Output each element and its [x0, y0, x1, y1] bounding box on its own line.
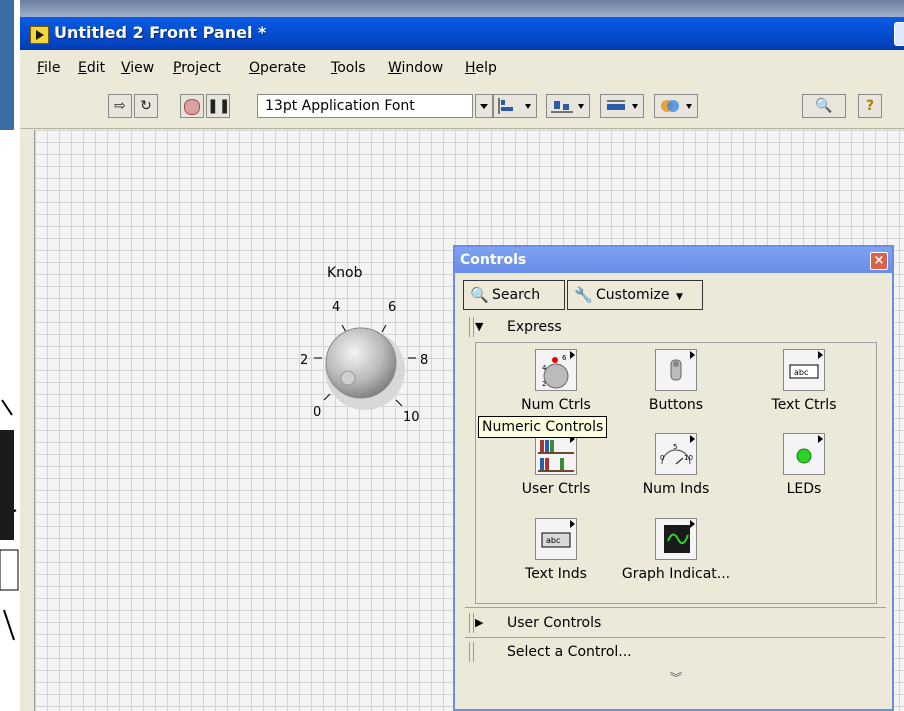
palette-item-label: Buttons — [648, 397, 704, 413]
customize-button[interactable]: 🔧 Customize ▼ — [567, 280, 703, 310]
knob-label: Knob — [327, 265, 363, 281]
controls-title-bar[interactable]: Controls × — [455, 247, 892, 273]
expand-more-icon[interactable]: ︾ — [670, 669, 682, 686]
menu-help[interactable]: Help — [465, 60, 497, 76]
triangle-right-icon: ▶ — [475, 616, 484, 629]
palette-item-leds[interactable]: LEDs — [744, 433, 864, 497]
distribute-objects-icon[interactable] — [546, 94, 590, 118]
context-help-search-icon[interactable]: 🔍 — [802, 94, 846, 118]
palette-item-label: Num Inds — [642, 481, 710, 497]
align-objects-icon[interactable] — [493, 94, 537, 118]
palette-item-label: User Ctrls — [521, 481, 591, 497]
abort-icon[interactable] — [180, 94, 204, 118]
run-arrow-icon[interactable]: ⇨ — [108, 94, 132, 118]
menu-window[interactable]: Window — [388, 60, 443, 76]
toolbar: ⇨ ↻ ❚❚ 13pt Application Font 🔍 ? — [20, 90, 904, 129]
text-controls-icon: abc — [783, 349, 825, 391]
palette-item-label: Text Inds — [525, 566, 587, 582]
font-selector[interactable]: 13pt Application Font — [257, 94, 473, 118]
font-dropdown-arrow[interactable] — [475, 94, 493, 118]
svg-text:abc: abc — [546, 536, 560, 545]
controls-palette: Controls × 🔍 Search 🔧 Customize ▼ ▼ Expr… — [453, 245, 894, 711]
help-icon[interactable]: ? — [858, 94, 882, 118]
select-a-control[interactable]: Select a Control... — [465, 640, 886, 664]
palette-item-buttons[interactable]: Buttons — [616, 349, 736, 413]
tooltip: Numeric Controls — [478, 416, 608, 438]
window-title: Untitled 2 Front Panel * — [54, 23, 267, 42]
graph-indicators-icon — [655, 518, 697, 560]
svg-text:2: 2 — [542, 380, 546, 388]
menu-operate[interactable]: Operate — [249, 60, 306, 76]
section-express-label: Express — [507, 319, 562, 335]
palette-item-label: Text Ctrls — [771, 397, 837, 413]
title-bar[interactable]: Untitled 2 Front Panel * — [20, 17, 904, 50]
section-user-controls[interactable]: ▶ User Controls — [465, 611, 886, 635]
svg-text:6: 6 — [562, 354, 567, 362]
express-palette: 4 2 6 Num Ctrls Buttons abc Text Ctrls Use… — [475, 342, 877, 604]
search-icon: 🔍 — [470, 286, 489, 304]
divider — [465, 637, 886, 638]
palette-item-user-ctrls[interactable]: User Ctrls — [496, 433, 616, 497]
divider — [465, 607, 886, 608]
search-label: Search — [492, 287, 541, 303]
labview-app-icon — [30, 26, 49, 44]
numeric-indicators-icon: 0 5 10 — [655, 433, 697, 475]
svg-text:0: 0 — [660, 454, 664, 462]
run-continuously-icon[interactable]: ↻ — [134, 94, 158, 118]
window-button[interactable] — [894, 22, 904, 46]
menu-file[interactable]: File — [37, 60, 60, 76]
menu-view[interactable]: View — [121, 60, 154, 76]
palette-item-text-inds[interactable]: abc Text Inds — [496, 518, 616, 582]
svg-text:4: 4 — [542, 364, 547, 372]
pause-icon[interactable]: ❚❚ — [206, 94, 230, 118]
select-a-control-label: Select a Control... — [507, 644, 632, 660]
knob-control[interactable] — [290, 290, 440, 440]
wrench-icon: 🔧 — [574, 286, 593, 304]
chevron-down-icon: ▼ — [675, 292, 683, 302]
leds-icon — [783, 433, 825, 475]
palette-item-label: Num Ctrls — [521, 397, 591, 413]
section-grip — [469, 613, 474, 633]
numeric-controls-icon: 4 2 6 — [535, 349, 577, 391]
customize-label: Customize — [596, 287, 670, 303]
reorder-icon[interactable] — [654, 94, 698, 118]
buttons-icon — [655, 349, 697, 391]
section-user-controls-label: User Controls — [507, 615, 602, 631]
svg-text:10: 10 — [684, 454, 693, 462]
palette-item-num-inds[interactable]: 0 5 10 Num Inds — [616, 433, 736, 497]
window-top-strip — [20, 0, 904, 17]
svg-text:abc: abc — [794, 368, 808, 377]
palette-item-num-ctrls[interactable]: 4 2 6 Num Ctrls — [496, 349, 616, 413]
desktop-art — [0, 399, 19, 641]
search-button[interactable]: 🔍 Search — [463, 280, 565, 310]
palette-item-text-ctrls[interactable]: abc Text Ctrls — [744, 349, 864, 413]
palette-item-graph-indicators[interactable]: Graph Indicat... — [616, 518, 736, 582]
palette-item-label: LEDs — [786, 481, 822, 497]
controls-title: Controls — [460, 252, 527, 268]
menu-bar: File Edit View Project Operate Tools Win… — [20, 50, 904, 90]
desktop-window-edge — [0, 0, 14, 130]
svg-text:5: 5 — [673, 443, 677, 451]
triangle-down-icon: ▼ — [475, 320, 484, 333]
user-controls-icon — [535, 433, 577, 475]
text-indicators-icon: abc — [535, 518, 577, 560]
palette-item-label: Graph Indicat... — [621, 566, 731, 582]
section-grip — [469, 642, 474, 662]
resize-objects-icon[interactable] — [600, 94, 644, 118]
menu-tools[interactable]: Tools — [331, 60, 366, 76]
desktop-background — [0, 0, 20, 711]
menu-project[interactable]: Project — [173, 60, 221, 76]
section-grip — [469, 317, 474, 337]
close-icon[interactable]: × — [870, 252, 888, 270]
section-express[interactable]: ▼ Express — [465, 315, 886, 339]
menu-edit[interactable]: Edit — [78, 60, 105, 76]
